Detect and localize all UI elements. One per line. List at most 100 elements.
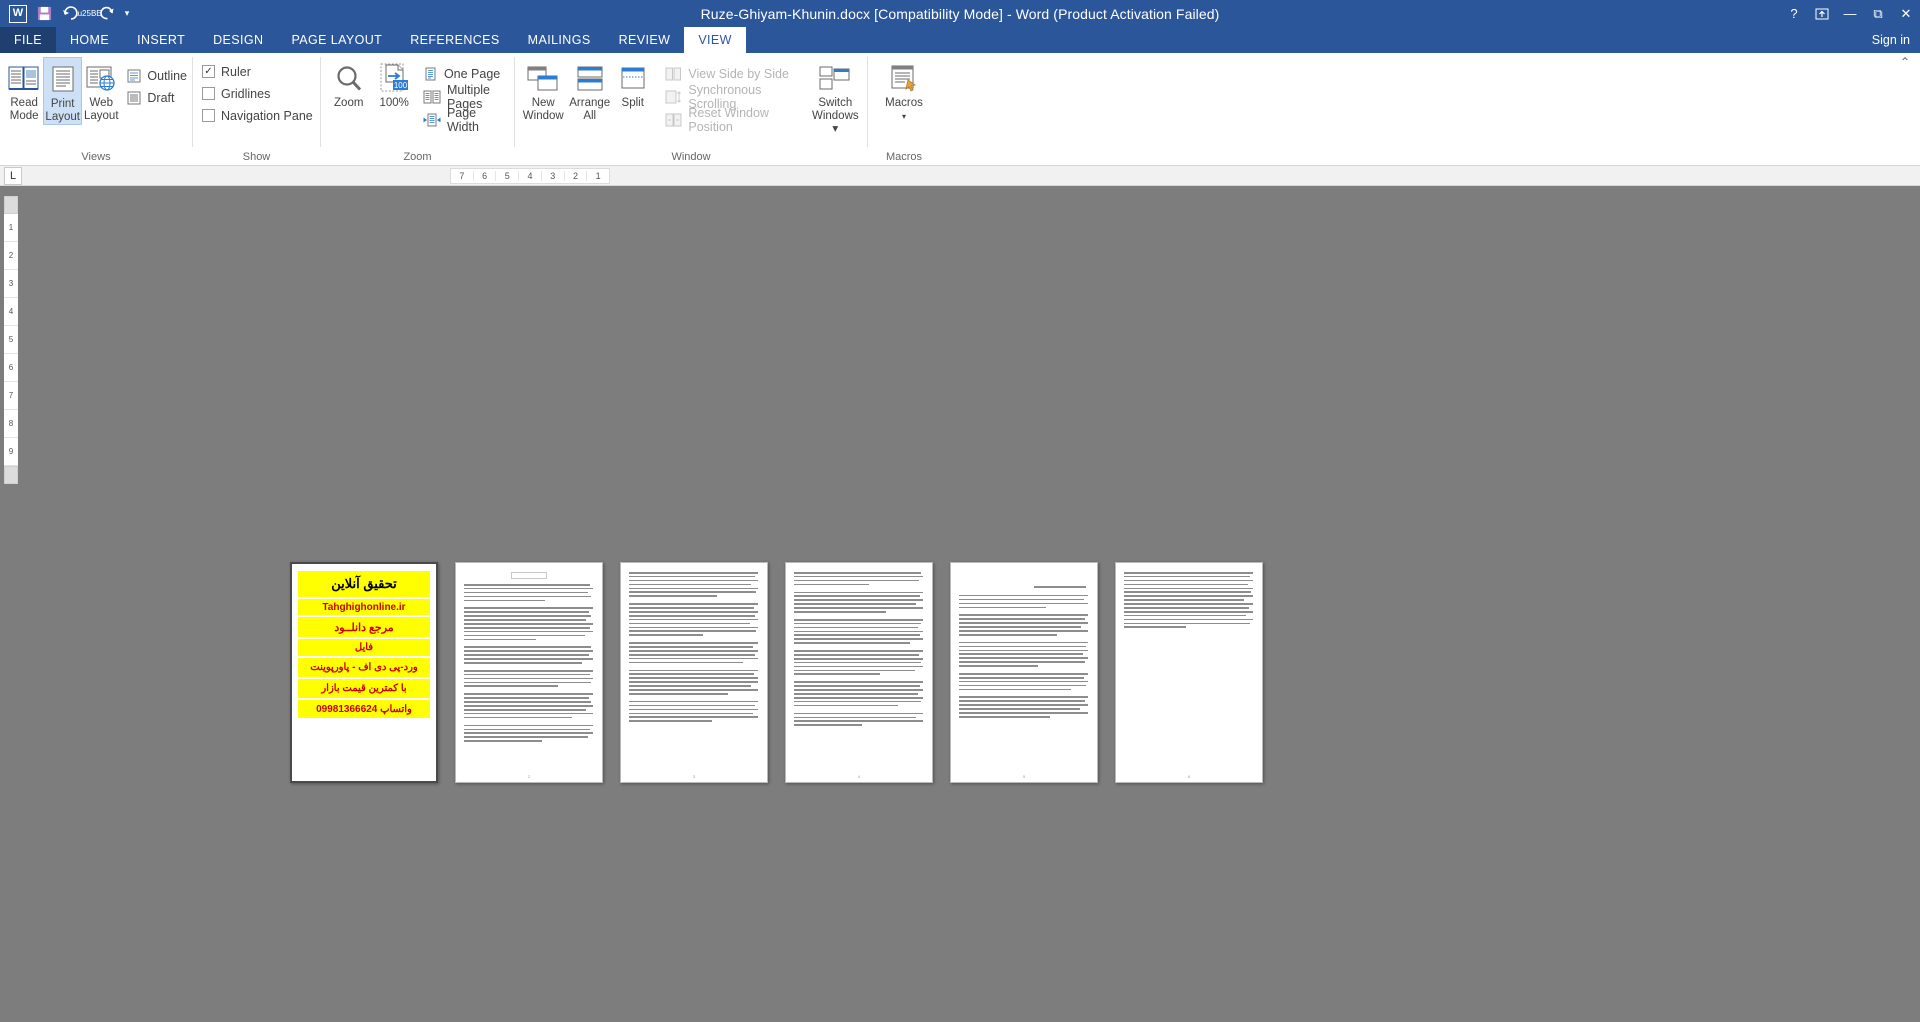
navigation-pane-checkbox-row[interactable]: Navigation Pane xyxy=(202,107,313,124)
read-mode-button[interactable]: Read Mode xyxy=(5,57,43,123)
multiple-pages-button[interactable]: Multiple Pages xyxy=(423,83,509,111)
ribbon: Read Mode Print Layout Web Layout Outlin… xyxy=(0,53,1920,166)
group-label-zoom: Zoom xyxy=(403,151,432,163)
ribbon-tab-strip: FILE HOME INSERT DESIGN PAGE LAYOUT REFE… xyxy=(0,27,1920,53)
outline-button[interactable]: Outline xyxy=(126,67,187,84)
quick-access-toolbar: W \u25BE ▾ xyxy=(0,0,133,27)
multiple-pages-icon xyxy=(423,89,441,104)
ruler-checkbox[interactable]: ✓ xyxy=(202,65,215,78)
split-button[interactable]: Split xyxy=(613,57,653,110)
web-layout-button[interactable]: Web Layout xyxy=(82,57,120,123)
cover-band-1: تحقیق آنلاین xyxy=(298,571,430,597)
ruler-mark-4: 4 xyxy=(519,171,542,181)
page-number-4: 4 xyxy=(857,774,861,779)
document-workspace[interactable]: 1 2 3 4 5 6 7 8 9 تحقیق آنلاین Tahghigho… xyxy=(0,186,1920,1022)
new-window-button[interactable]: New Window xyxy=(520,57,566,123)
ruler-mark-3: 3 xyxy=(542,171,565,181)
zoom-button-label: Zoom xyxy=(334,97,364,109)
tab-stop-selector[interactable]: L xyxy=(4,166,22,185)
save-icon[interactable] xyxy=(32,3,56,25)
redo-icon[interactable] xyxy=(95,3,119,25)
document-page-5[interactable]: 5 xyxy=(950,562,1098,783)
restore-button[interactable]: ⧉ xyxy=(1864,0,1892,27)
minimize-button[interactable]: — xyxy=(1836,0,1864,27)
macros-button[interactable]: Macros ▾ xyxy=(873,57,935,123)
vertical-ruler-bottom-margin xyxy=(4,466,18,484)
vertical-ruler[interactable]: 1 2 3 4 5 6 7 8 9 xyxy=(0,186,22,1022)
new-window-label-2: Window xyxy=(522,110,564,122)
vertical-ruler-mark-8: 8 xyxy=(4,410,18,438)
cover-band-5: ورد-پی دی اف - پاورپوینت xyxy=(298,658,430,677)
arrange-all-icon xyxy=(574,61,606,97)
sign-in-link[interactable]: Sign in xyxy=(1872,27,1910,53)
group-label-macros: Macros xyxy=(885,151,923,163)
document-page-6[interactable]: 6 xyxy=(1115,562,1263,783)
arrange-all-button[interactable]: Arrange All xyxy=(566,57,612,123)
horizontal-ruler[interactable]: 7 6 5 4 3 2 1 xyxy=(450,168,610,184)
tab-mailings[interactable]: MAILINGS xyxy=(514,27,605,53)
document-page-3[interactable]: 3 xyxy=(620,562,768,783)
switch-windows-button[interactable]: Switch Windows ▾ xyxy=(809,57,862,136)
tab-references[interactable]: REFERENCES xyxy=(396,27,513,53)
arrange-all-label-2: All xyxy=(583,110,597,122)
page-thumbnails: تحقیق آنلاین Tahghighonline.ir مرجع دانل… xyxy=(290,562,1263,783)
macros-icon xyxy=(887,61,921,97)
ruler-mark-6: 6 xyxy=(474,171,497,181)
print-layout-label-1: Print xyxy=(50,98,75,110)
collapse-ribbon-icon[interactable]: ⌃ xyxy=(1900,55,1910,69)
vertical-ruler-mark-1: 1 xyxy=(4,214,18,242)
group-label-views: Views xyxy=(81,151,111,163)
print-layout-button[interactable]: Print Layout xyxy=(43,57,83,125)
tab-file[interactable]: FILE xyxy=(0,27,56,53)
cover-band-2: Tahghighonline.ir xyxy=(298,599,430,615)
read-mode-icon xyxy=(8,61,40,97)
macros-dropdown-arrow[interactable]: ▾ xyxy=(902,110,906,123)
ribbon-display-options-icon[interactable] xyxy=(1808,0,1836,27)
document-page-4[interactable]: 4 xyxy=(785,562,933,783)
vertical-ruler-mark-2: 2 xyxy=(4,242,18,270)
new-window-icon xyxy=(526,61,560,97)
tab-home[interactable]: HOME xyxy=(56,27,123,53)
vertical-ruler-mark-7: 7 xyxy=(4,382,18,410)
page-width-button[interactable]: Page Width xyxy=(423,106,509,134)
view-side-by-side-label: View Side by Side xyxy=(688,66,789,81)
ribbon-group-show: ✓ Ruler Gridlines Navigation Pane Show xyxy=(193,53,320,166)
zoom-100-button[interactable]: 100 100% xyxy=(371,57,416,110)
zoom-button[interactable]: Zoom xyxy=(326,57,371,110)
close-button[interactable]: ✕ xyxy=(1892,0,1920,27)
gridlines-checkbox-row[interactable]: Gridlines xyxy=(202,85,313,102)
window-controls: ? — ⧉ ✕ xyxy=(1780,0,1920,27)
draft-button[interactable]: Draft xyxy=(126,89,187,106)
word-logo-icon: W xyxy=(6,3,30,25)
cover-band-4: فایل xyxy=(298,639,430,656)
one-page-icon xyxy=(423,66,438,81)
reset-window-position-icon xyxy=(665,112,682,127)
read-mode-label-1: Read xyxy=(10,97,38,109)
read-mode-label-2: Mode xyxy=(9,110,39,122)
customize-quick-access-toolbar-icon[interactable]: ▾ xyxy=(121,3,133,25)
document-page-2[interactable]: 2 xyxy=(455,562,603,783)
outline-icon xyxy=(126,68,141,83)
ribbon-group-views: Read Mode Print Layout Web Layout Outlin… xyxy=(0,53,192,166)
tab-insert[interactable]: INSERT xyxy=(123,27,199,53)
ruler-mark-1: 1 xyxy=(595,171,601,181)
navigation-pane-checkbox[interactable] xyxy=(202,109,215,122)
arrange-all-label-1: Arrange xyxy=(569,97,611,109)
help-icon[interactable]: ? xyxy=(1780,0,1808,27)
outline-label: Outline xyxy=(147,68,187,83)
ruler-checkbox-row[interactable]: ✓ Ruler xyxy=(202,63,313,80)
vertical-ruler-mark-5: 5 xyxy=(4,326,18,354)
tab-page-layout[interactable]: PAGE LAYOUT xyxy=(277,27,396,53)
tab-review[interactable]: REVIEW xyxy=(605,27,685,53)
tab-view[interactable]: VIEW xyxy=(684,27,746,53)
vertical-ruler-mark-4: 4 xyxy=(4,298,18,326)
one-page-button[interactable]: One Page xyxy=(423,65,509,82)
page-4-text xyxy=(794,572,924,770)
web-layout-label-1: Web xyxy=(89,97,113,109)
zoom-100-icon: 100 xyxy=(377,61,411,97)
document-page-1[interactable]: تحقیق آنلاین Tahghighonline.ir مرجع دانل… xyxy=(290,562,438,783)
tab-design[interactable]: DESIGN xyxy=(199,27,277,53)
undo-dropdown-icon[interactable]: \u25BE xyxy=(75,3,101,25)
synchronous-scrolling-button: Synchronous Scrolling xyxy=(665,83,795,111)
gridlines-checkbox[interactable] xyxy=(202,87,215,100)
